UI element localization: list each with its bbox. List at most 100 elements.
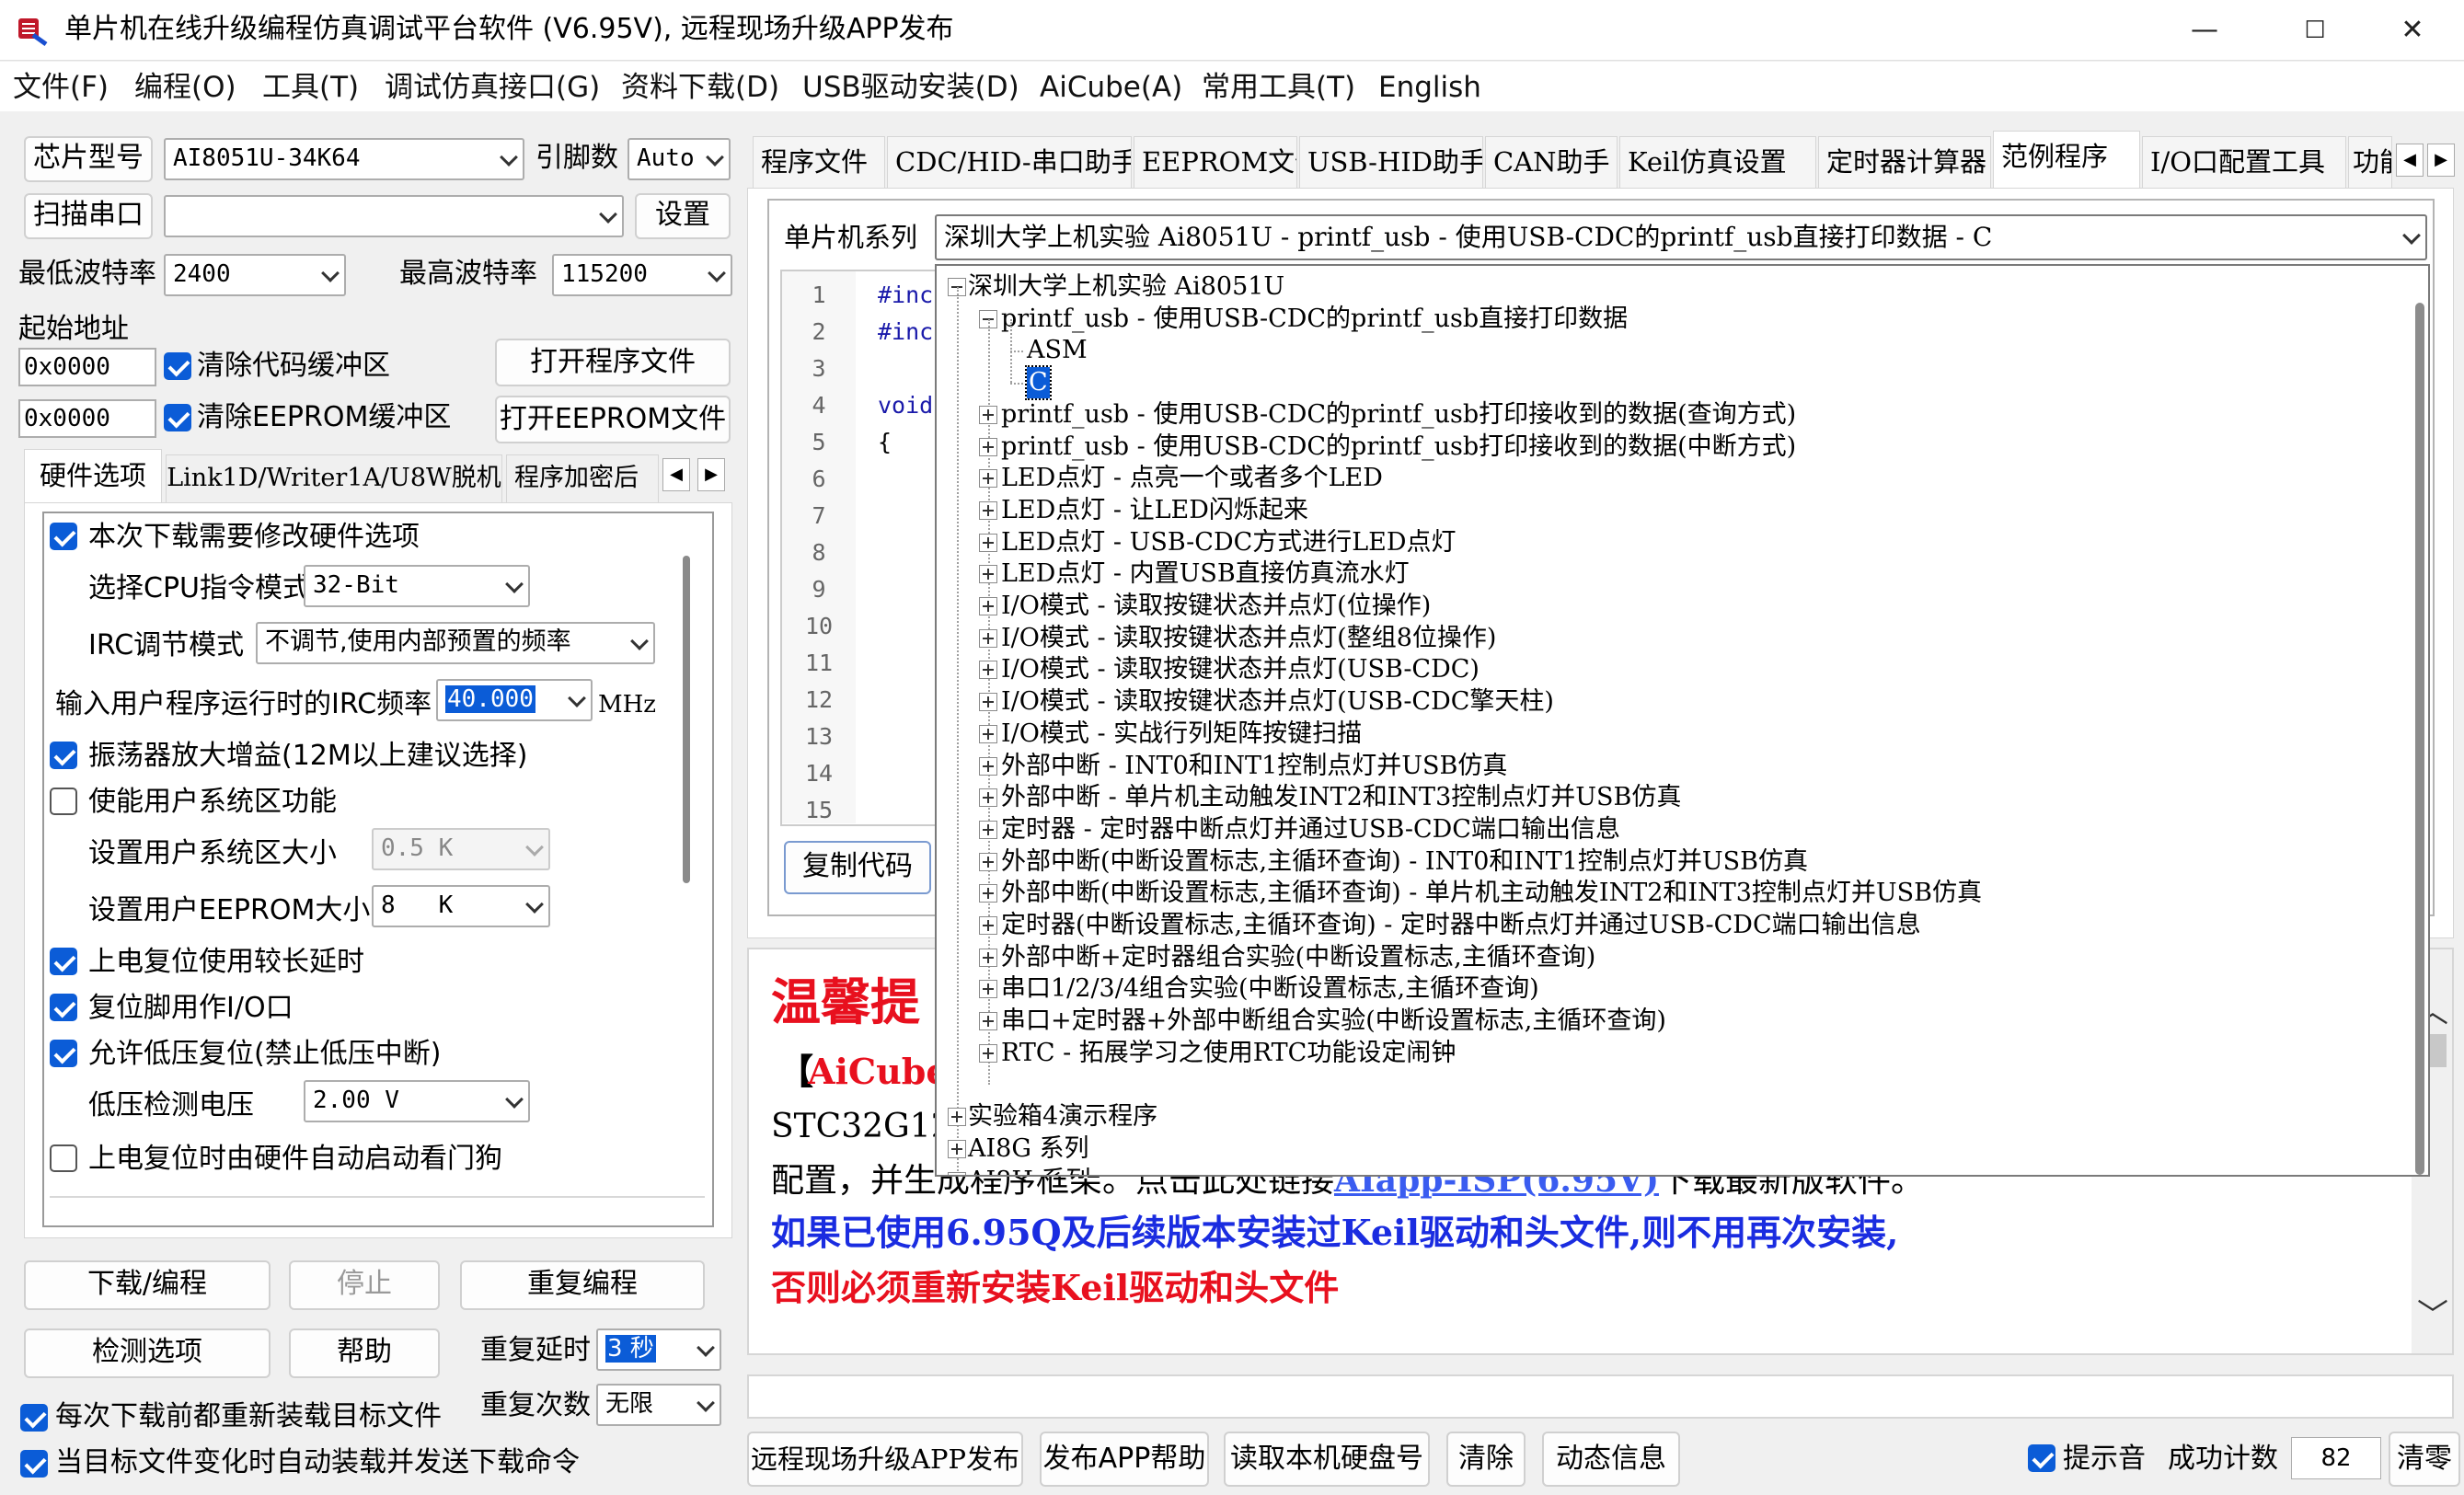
expand-plus-icon[interactable] — [979, 724, 997, 743]
open-eeprom-file-button[interactable]: 打开EEPROM文件 — [495, 396, 731, 443]
tree-node-example[interactable]: LED点灯 - 点亮一个或者多个LED — [1001, 463, 1383, 494]
expand-plus-icon[interactable] — [979, 980, 997, 999]
tree-node-example[interactable]: LED点灯 - 让LED闪烁起来 — [1001, 495, 1308, 526]
tree-node-printf-usb[interactable]: printf_usb - 使用USB-CDC的printf_usb直接打印数据 — [1001, 304, 1628, 335]
expand-plus-icon[interactable] — [979, 597, 997, 615]
watchdog-checkbox[interactable] — [50, 1144, 77, 1172]
expand-plus-icon[interactable] — [948, 1171, 966, 1175]
tab-scroll-left-icon[interactable]: ◀ — [662, 458, 690, 491]
expand-plus-icon[interactable] — [979, 1012, 997, 1031]
dynamic-info-button[interactable]: 动态信息 — [1542, 1432, 1680, 1487]
tree-leaf-c-selected[interactable]: C — [1025, 365, 1052, 401]
check-options-button[interactable]: 检测选项 — [24, 1328, 271, 1378]
menu-aicube[interactable]: AiCube(A) — [1040, 69, 1182, 106]
tab-example-programs[interactable]: 范例程序 — [1993, 131, 2140, 190]
tab-can-assistant[interactable]: CAN助手 — [1485, 136, 1618, 188]
irc-adjust-select[interactable]: 不调节,使用内部预置的频率 — [256, 622, 655, 664]
menu-usb-driver[interactable]: USB驱动安装(D) — [802, 69, 1019, 106]
tab-functions[interactable]: 功能 — [2348, 136, 2392, 188]
user-system-area-checkbox[interactable] — [50, 788, 77, 815]
low-voltage-level-select[interactable]: 2.00 V — [304, 1080, 530, 1122]
expand-plus-icon[interactable] — [979, 916, 997, 935]
serial-port-select[interactable] — [164, 195, 624, 237]
expand-plus-icon[interactable] — [979, 405, 997, 424]
auto-send-checkbox[interactable] — [20, 1450, 48, 1478]
long-reset-delay-checkbox[interactable] — [50, 948, 77, 975]
expand-plus-icon[interactable] — [979, 661, 997, 680]
maximize-button[interactable]: ☐ — [2260, 0, 2370, 61]
expand-plus-icon[interactable] — [948, 1108, 966, 1127]
expand-plus-icon[interactable] — [979, 948, 997, 967]
eeprom-size-select[interactable]: 8 K — [372, 885, 550, 927]
tree-node-example[interactable]: 定时器 - 定时器中断点灯并通过USB-CDC端口输出信息 — [1001, 814, 1620, 845]
tree-node-example[interactable]: 外部中断 - INT0和INT1控制点灯并USB仿真 — [1001, 751, 1507, 782]
tree-node-example[interactable]: 外部中断+定时器组合实验(中断设置标志,主循环查询) — [1001, 942, 1595, 973]
tree-node-example[interactable]: I/O模式 - 读取按键状态并点灯(整组8位操作) — [1001, 623, 1496, 654]
expand-plus-icon[interactable] — [979, 533, 997, 552]
close-button[interactable]: ✕ — [2361, 0, 2464, 61]
tree-scrollbar[interactable] — [2415, 303, 2424, 1175]
code-start-address-input[interactable]: 0x0000 — [18, 348, 156, 386]
tab-scroll-right-icon[interactable]: ▶ — [2427, 144, 2455, 177]
tree-node-series[interactable]: 实验箱4演示程序 — [968, 1101, 1157, 1133]
tree-node-example[interactable]: printf_usb - 使用USB-CDC的printf_usb打印接收到的数… — [1001, 399, 1796, 431]
expand-plus-icon[interactable] — [979, 693, 997, 712]
download-program-button[interactable]: 下载/编程 — [24, 1260, 271, 1310]
pin-count-select[interactable]: Auto — [628, 138, 731, 180]
expand-plus-icon[interactable] — [979, 565, 997, 584]
tree-root-node[interactable]: 深圳大学上机实验 Ai8051U — [968, 271, 1284, 303]
clear-eeprom-buffer-checkbox[interactable] — [164, 404, 191, 431]
tree-leaf-asm[interactable]: ASM — [1027, 335, 1088, 366]
max-baud-select[interactable]: 115200 — [552, 254, 732, 296]
tree-node-example[interactable]: 外部中断(中断设置标志,主循环查询) - 单片机主动触发INT2和INT3控制点… — [1001, 878, 1982, 909]
repeat-delay-select[interactable]: 3 秒 — [596, 1328, 721, 1371]
help-button[interactable]: 帮助 — [289, 1328, 440, 1378]
menu-file[interactable]: 文件(F) — [13, 69, 109, 106]
expand-plus-icon[interactable] — [948, 1139, 966, 1158]
tree-node-example[interactable]: RTC - 拓展学习之使用RTC功能设定闹钟 — [1001, 1038, 1456, 1069]
cpu-mode-select[interactable]: 32-Bit — [304, 565, 530, 607]
expand-plus-icon[interactable] — [979, 852, 997, 871]
tree-node-example[interactable]: 串口1/2/3/4组合实验(中断设置标志,主循环查询) — [1001, 973, 1539, 1005]
expand-plus-icon[interactable] — [979, 1043, 997, 1063]
beep-checkbox[interactable] — [2028, 1444, 2055, 1472]
expand-plus-icon[interactable] — [979, 437, 997, 456]
menu-downloads[interactable]: 资料下载(D) — [621, 69, 779, 106]
expand-plus-icon[interactable] — [979, 788, 997, 808]
menu-debug-interface[interactable]: 调试仿真接口(G) — [385, 69, 600, 106]
tree-node-example[interactable]: LED点灯 - USB-CDC方式进行LED点灯 — [1001, 527, 1457, 558]
irc-frequency-select[interactable]: 40.000 — [436, 679, 593, 721]
read-disk-id-button[interactable]: 读取本机硬盘号 — [1224, 1432, 1430, 1487]
minimize-button[interactable]: — — [2149, 0, 2260, 61]
series-dropdown-tree[interactable]: 深圳大学上机实验 Ai8051U printf_usb - 使用USB-CDC的p… — [935, 264, 2430, 1177]
tab-hardware-options[interactable]: 硬件选项 — [24, 449, 162, 502]
reload-each-checkbox[interactable] — [20, 1404, 48, 1432]
tree-node-series[interactable]: AI8H 系列 — [968, 1166, 1090, 1175]
tab-usb-hid-assistant[interactable]: USB-HID助手 — [1299, 136, 1483, 188]
expand-plus-icon[interactable] — [979, 500, 997, 520]
tree-node-example[interactable]: LED点灯 - 内置USB直接仿真流水灯 — [1001, 558, 1410, 590]
tree-node-example[interactable]: I/O模式 - 实战行列矩阵按键扫描 — [1001, 719, 1362, 750]
tree-node-example[interactable]: I/O模式 - 读取按键状态并点灯(位操作) — [1001, 591, 1431, 622]
expand-plus-icon[interactable] — [979, 469, 997, 489]
tab-offline-programmer[interactable]: Link1D/Writer1A/U8W脱机 — [166, 454, 502, 502]
tab-encryption[interactable]: 程序加密后 — [506, 454, 659, 502]
tree-node-example[interactable]: 定时器(中断设置标志,主循环查询) - 定时器中断点灯并通过USB-CDC端口输… — [1001, 910, 1921, 941]
chip-type-select[interactable]: AI8051U-34K64 — [164, 138, 524, 180]
expand-plus-icon[interactable] — [979, 756, 997, 776]
repeat-count-select[interactable]: 无限 — [596, 1384, 721, 1426]
scan-port-button[interactable]: 扫描串口 — [24, 193, 153, 239]
tree-node-example[interactable]: 串口+定时器+外部中断组合实验(中断设置标志,主循环查询) — [1001, 1006, 1666, 1037]
tab-timer-calculator[interactable]: 定时器计算器 — [1818, 136, 1991, 188]
min-baud-select[interactable]: 2400 — [164, 254, 346, 296]
menu-program[interactable]: 编程(O) — [134, 69, 236, 106]
tree-node-example[interactable]: 外部中断(中断设置标志,主循环查询) - INT0和INT1控制点灯并USB仿真 — [1001, 846, 1808, 878]
tree-node-example[interactable]: printf_usb - 使用USB-CDC的printf_usb打印接收到的数… — [1001, 431, 1796, 463]
tab-scroll-right-icon[interactable]: ▶ — [697, 458, 725, 491]
expand-plus-icon[interactable] — [979, 628, 997, 648]
modify-hw-checkbox[interactable] — [50, 523, 77, 550]
tab-cdc-serial-assistant[interactable]: CDC/HID-串口助手 — [887, 136, 1132, 188]
series-select[interactable]: 深圳大学上机实验 Ai8051U - printf_usb - 使用USB-CD… — [935, 214, 2427, 260]
tab-program-file[interactable]: 程序文件 — [753, 136, 885, 188]
tree-node-example[interactable]: I/O模式 - 读取按键状态并点灯(USB-CDC) — [1001, 654, 1480, 685]
